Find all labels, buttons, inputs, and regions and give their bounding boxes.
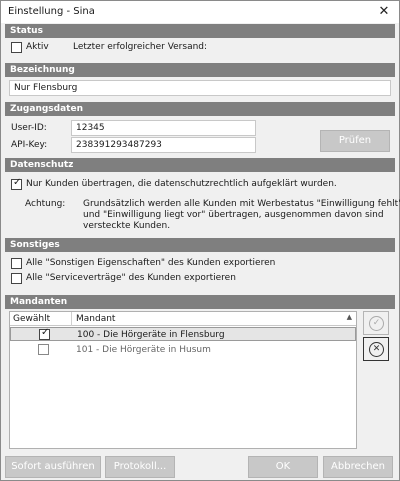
zugangsdaten-section-header: Zugangsdaten [5,102,395,116]
userid-label: User-ID: [11,123,47,133]
chevron-up-icon[interactable]: ▲ [347,313,352,321]
cancel-button[interactable]: Abbrechen [323,456,393,478]
userid-input[interactable]: 12345 [71,120,256,136]
apikey-input[interactable]: 238391293487293 [71,137,256,153]
status-section: Aktiv Letzter erfolgreicher Versand: [5,38,395,58]
export-contracts-label: Alle "Serviceverträge" des Kunden export… [26,273,236,283]
last-send-label: Letzter erfolgreicher Versand: [73,42,208,52]
row-selected-checkbox[interactable] [39,327,50,340]
settings-dialog: Einstellung - Sina ✕ Status Aktiv Letzte… [0,0,400,481]
table-header: Gewählt Mandant ▲ [10,312,356,326]
x-circle-icon: ✕ [369,342,384,357]
bezeichnung-section: Nur Flensburg [5,77,395,99]
column-header-mandant[interactable]: Mandant [76,314,115,324]
mandanten-section-header: Mandanten [5,295,395,309]
datenschutz-section: Nur Kunden übertragen, die datenschutzre… [5,172,400,234]
sonstiges-section: Alle "Sonstigen Eigenschaften" des Kunde… [5,252,395,292]
apikey-label: API-Key: [11,140,48,150]
table-row[interactable]: 100 - Die Hörgeräte in Flensburg [10,327,356,341]
export-contracts-checkbox[interactable] [11,273,22,284]
bezeichnung-input[interactable]: Nur Flensburg [9,80,391,96]
row-selected-checkbox[interactable] [38,344,49,355]
note-label: Achtung: [25,199,66,209]
status-section-header: Status [5,24,395,38]
check-circle-icon: ✓ [369,316,384,331]
run-now-button[interactable]: Sofort ausführen [5,456,101,478]
title-bar: Einstellung - Sina ✕ [1,1,399,23]
row-mandant-name: 101 - Die Hörgeräte in Husum [76,345,211,355]
note-line-1: Grundsätzlich werden alle Kunden mit Wer… [83,199,400,209]
only-informed-checkbox[interactable] [11,177,22,190]
accept-mandant-button[interactable]: ✓ [363,311,389,335]
only-informed-label: Nur Kunden übertragen, die datenschutzre… [26,179,337,189]
protocol-button[interactable]: Protokoll... [105,456,175,478]
sonstiges-section-header: Sonstiges [5,238,395,252]
pruefen-button[interactable]: Prüfen [320,130,390,152]
column-separator[interactable] [71,312,72,326]
close-icon[interactable]: ✕ [375,3,393,21]
window-title: Einstellung - Sina [8,6,95,17]
note-line-3: versteckte Kunden. [83,221,171,231]
aktiv-label: Aktiv [26,42,49,52]
column-header-selected[interactable]: Gewählt [13,314,50,324]
bezeichnung-section-header: Bezeichnung [5,63,395,77]
datenschutz-section-header: Datenschutz [5,158,395,172]
aktiv-checkbox[interactable] [11,42,22,53]
row-mandant-name: 100 - Die Hörgeräte in Flensburg [77,330,225,340]
note-line-2: und "Einwilligung liegt vor" übertragen,… [83,210,384,220]
remove-mandant-button[interactable]: ✕ [363,337,389,361]
zugangsdaten-section: User-ID: 12345 API-Key: 238391293487293 … [5,116,395,156]
ok-button[interactable]: OK [248,456,318,478]
export-properties-label: Alle "Sonstigen Eigenschaften" des Kunde… [26,258,276,268]
export-properties-checkbox[interactable] [11,258,22,269]
table-row[interactable]: 101 - Die Hörgeräte in Husum [10,343,356,357]
mandanten-table: Gewählt Mandant ▲ 100 - Die Hörgeräte in… [9,311,357,449]
